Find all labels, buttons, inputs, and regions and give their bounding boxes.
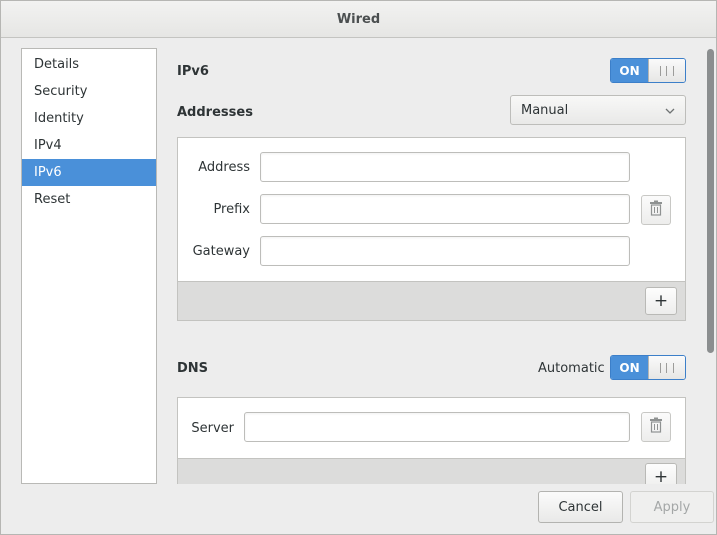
dns-automatic-label: Automatic [538, 361, 605, 376]
dns-heading: DNS [177, 361, 209, 376]
sidebar-item-ipv4[interactable]: IPv4 [22, 132, 156, 159]
address-label: Address [198, 160, 250, 175]
cancel-button[interactable]: Cancel [538, 491, 623, 523]
server-label: Server [191, 421, 234, 436]
grip-icon [648, 356, 685, 379]
content-scrollbar[interactable] [706, 47, 715, 485]
sidebar-item-ipv6[interactable]: IPv6 [22, 159, 156, 186]
addresses-heading: Addresses [177, 105, 253, 120]
gateway-input[interactable] [260, 236, 630, 266]
scrollbar-thumb[interactable] [707, 49, 714, 353]
delete-address-button[interactable] [641, 195, 671, 225]
addresses-method-dropdown[interactable]: Manual [510, 95, 686, 125]
dns-panel: Server + [177, 397, 686, 484]
wired-settings-window: Wired Details Security Identity IPv4 IPv… [0, 0, 717, 535]
sidebar: Details Security Identity IPv4 IPv6 Rese… [21, 48, 157, 484]
prefix-label: Prefix [213, 202, 250, 217]
sidebar-item-identity[interactable]: Identity [22, 105, 156, 132]
apply-button[interactable]: Apply [630, 491, 714, 523]
gateway-label: Gateway [192, 244, 250, 259]
addresses-toolbar: + [178, 281, 685, 320]
sidebar-item-reset[interactable]: Reset [22, 186, 156, 213]
sidebar-item-security[interactable]: Security [22, 78, 156, 105]
trash-icon [649, 417, 663, 437]
add-server-button[interactable]: + [645, 463, 677, 484]
chevron-down-icon [665, 104, 675, 117]
address-input[interactable] [260, 152, 630, 182]
sidebar-item-details[interactable]: Details [22, 51, 156, 78]
addresses-method-value: Manual [521, 102, 569, 118]
grip-icon [648, 59, 685, 82]
ipv6-heading: IPv6 [177, 64, 209, 79]
titlebar: Wired [1, 1, 716, 38]
ipv6-switch[interactable]: ON [610, 58, 686, 83]
trash-icon [649, 200, 663, 220]
ipv6-switch-on-label: ON [611, 59, 648, 82]
delete-server-button[interactable] [641, 412, 671, 442]
dns-automatic-switch[interactable]: ON [610, 355, 686, 380]
dns-server-input[interactable] [244, 412, 630, 442]
dns-switch-on-label: ON [611, 356, 648, 379]
ipv6-settings-page: IPv6 ON Addresses Manual Address Prefix … [161, 38, 706, 484]
prefix-input[interactable] [260, 194, 630, 224]
add-address-button[interactable]: + [645, 287, 677, 315]
addresses-panel: Address Prefix Gateway + [177, 137, 686, 321]
window-title: Wired [336, 11, 381, 27]
dns-toolbar: + [178, 458, 685, 484]
